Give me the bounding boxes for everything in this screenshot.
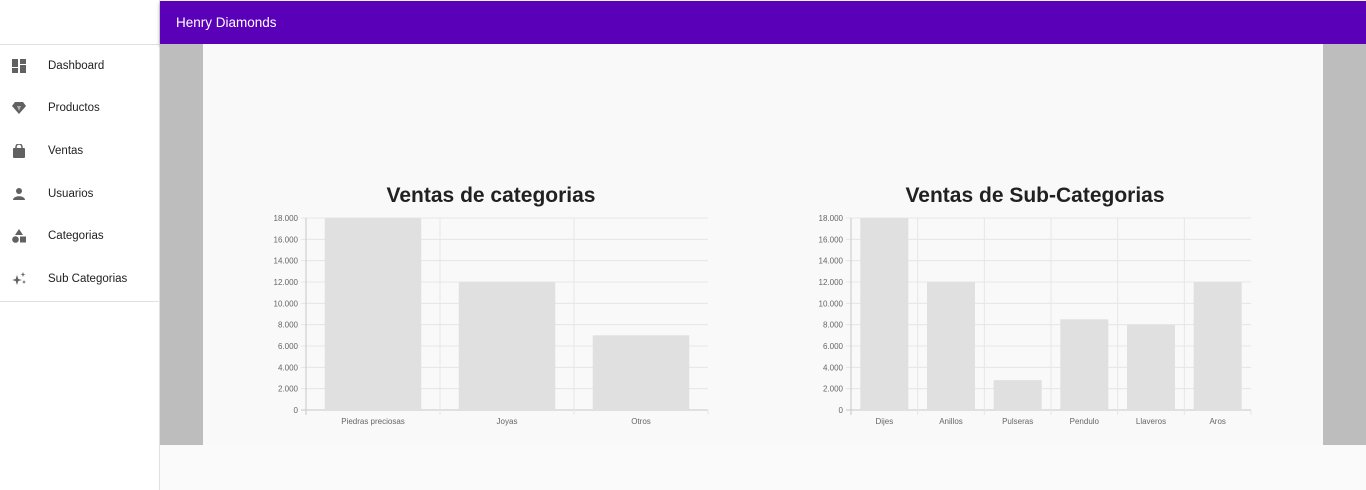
x-tick-label: Pulseras [1002,417,1033,426]
sidebar-item-label: Productos [48,102,100,114]
category-icon [11,228,27,244]
bar-piedras-preciosas [324,218,422,410]
y-tick-label: 14.000 [819,257,844,266]
sidebar: Dashboard Productos Ventas Usuarios Cate… [0,0,160,490]
y-tick-label: 2.000 [278,385,299,394]
app-bar: Henry Diamonds [160,1,1366,44]
sidebar-item-categorias[interactable]: Categorias [0,216,159,256]
categorias-chart: Ventas de categorias 0 2.000 4.000 6.000 8.00… [274,184,709,426]
x-tick-label: Joyas [497,417,518,426]
y-tick-label: 6.000 [823,342,844,351]
app-title: Henry Diamonds [176,15,277,30]
x-tick-label: Dijes [875,417,893,426]
x-tick-label: Otros [631,417,651,426]
y-tick-label: 18.000 [274,214,299,223]
y-tick-label: 0 [294,406,299,415]
sidebar-item-label: Dashboard [48,60,105,72]
sidebar-nav: Dashboard Productos Ventas Usuarios Cate… [0,45,159,302]
sidebar-item-label: Sub Categorias [48,273,128,285]
dashboard-icon [11,58,27,74]
bar-pendulo [1060,319,1109,410]
sidebar-header [0,0,159,45]
sidebar-item-dashboard[interactable]: Dashboard [0,46,159,86]
y-tick-label: 12.000 [274,278,299,287]
y-tick-label: 16.000 [819,235,844,244]
bar-dijes [860,218,909,410]
y-tick-label: 18.000 [819,214,844,223]
chart-title: Ventas de categorias [387,184,596,207]
y-tick-label: 10.000 [819,299,844,308]
y-tick-label: 14.000 [274,257,299,266]
x-tick-label: Piedras preciosas [341,417,405,426]
y-tick-label: 6.000 [278,342,299,351]
y-tick-label: 2.000 [823,385,844,394]
sidebar-item-ventas[interactable]: Ventas [0,131,159,171]
y-tick-label: 0 [839,406,844,415]
x-tick-label: Llaveros [1136,417,1166,426]
sidebar-item-label: Ventas [48,145,84,157]
sub-categorias-chart: Ventas de Sub-Categorias 0 2.000 4.000 6.000… [819,184,1252,426]
sidebar-item-label: Usuarios [48,188,94,200]
chart-title: Ventas de Sub-Categorias [905,184,1164,207]
diamond-icon [11,100,27,116]
sidebar-item-label: Categorias [48,230,104,242]
y-tick-label: 8.000 [278,321,299,330]
person-icon [11,186,27,202]
bar-aros [1193,282,1242,410]
y-tick-label: 16.000 [274,235,299,244]
bar-joyas [458,282,556,410]
bar-anillos [927,282,975,410]
y-tick-label: 10.000 [274,299,299,308]
shopping-bag-icon [11,143,27,159]
sidebar-item-usuarios[interactable]: Usuarios [0,174,159,214]
x-tick-label: Anillos [939,417,963,426]
y-tick-label: 12.000 [819,278,844,287]
y-tick-label: 4.000 [823,363,844,372]
x-tick-label: Aros [1209,417,1225,426]
x-tick-label: Pendulo [1070,417,1100,426]
sparkles-icon [11,271,27,287]
y-tick-label: 8.000 [823,321,844,330]
bar-pulseras [993,380,1042,410]
sidebar-item-sub-categorias[interactable]: Sub Categorias [0,259,159,299]
bar-llaveros [1127,324,1175,410]
sidebar-item-productos[interactable]: Productos [0,88,159,128]
bar-otros [592,335,690,410]
y-tick-label: 4.000 [278,363,299,372]
